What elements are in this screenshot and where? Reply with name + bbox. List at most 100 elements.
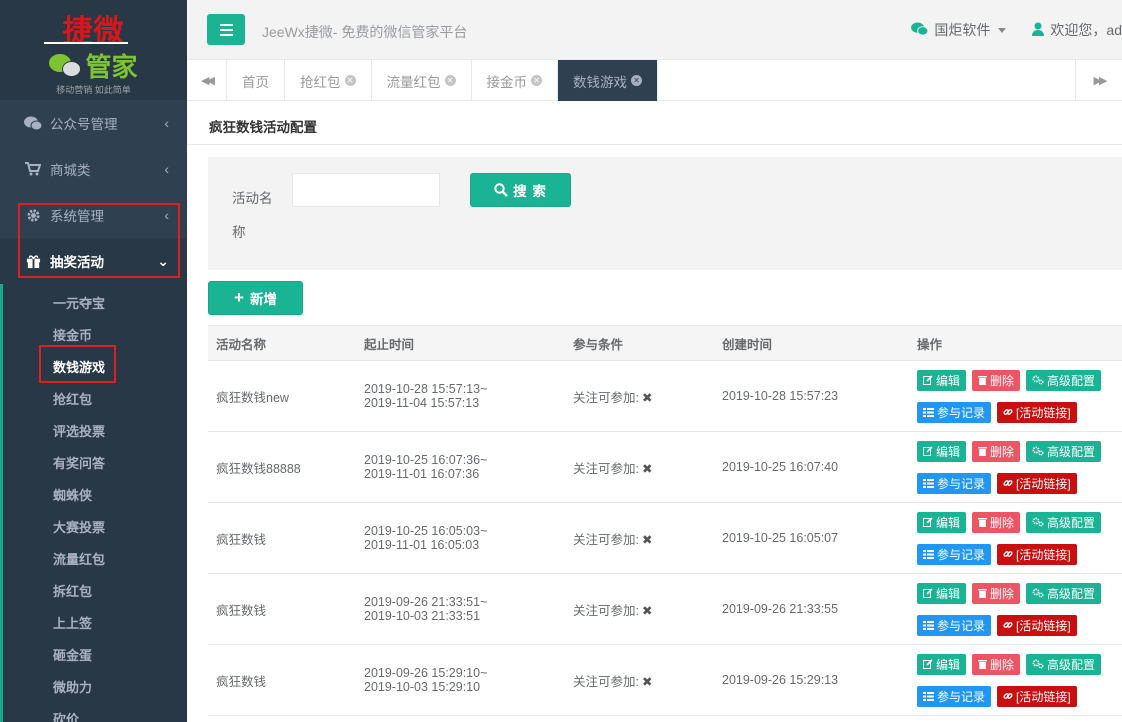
end-time: 2019-10-03 15:29:10 [364, 680, 481, 694]
submenu-item[interactable]: 砍价 [3, 704, 187, 722]
cart-icon [22, 162, 44, 176]
tab-count-money[interactable]: 数钱游戏 ✕ [558, 60, 658, 101]
logo-divider [44, 42, 128, 44]
activity-link-button[interactable]: [活动链接] [997, 685, 1077, 707]
tab-traffic-redpacket[interactable]: 流量红包 ✕ [372, 60, 472, 101]
sidebar-item-label: 抽奖活动 [50, 255, 104, 270]
activity-period: 2019-10-25 16:07:36~ 2019-11-01 16:07:36 [356, 431, 565, 503]
tab-grab-redpacket[interactable]: 抢红包 ✕ [285, 60, 372, 101]
submenu-item[interactable]: 蜘蛛侠 [3, 480, 187, 512]
activity-link-button[interactable]: [活动链接] [997, 543, 1077, 565]
tabs-scroll-right-button[interactable]: ▶▶ [1075, 60, 1122, 101]
activity-link-button[interactable]: [活动链接] [997, 401, 1077, 423]
sidebar-item-wechat-accounts[interactable]: 公众号管理 ‹ [0, 100, 187, 146]
logo-slogan: 移动营销 如此简单 [56, 85, 131, 95]
close-icon[interactable]: ✕ [631, 75, 642, 86]
submenu-item[interactable]: 砸金蛋 [3, 640, 187, 672]
gear-icon [22, 208, 44, 223]
submenu-item[interactable]: 有奖问答 [3, 448, 187, 480]
delete-button-label: 删除 [990, 373, 1015, 388]
sidebar-item-system[interactable]: 系统管理 ‹ [0, 192, 187, 238]
delete-button[interactable]: 删除 [972, 369, 1021, 391]
participation-records-button[interactable]: 参与记录 [917, 543, 992, 565]
tab-home[interactable]: 首页 [227, 60, 285, 101]
participation-records-button[interactable]: 参与记录 [917, 472, 992, 494]
delete-button[interactable]: 删除 [972, 653, 1021, 675]
delete-button[interactable]: 删除 [972, 440, 1021, 462]
menu-toggle-button[interactable] [207, 14, 245, 45]
edit-button[interactable]: 编辑 [917, 440, 967, 462]
submenu-item[interactable]: 流量红包 [3, 544, 187, 576]
column-header[interactable]: 活动名称 [208, 325, 356, 361]
close-icon[interactable]: ✕ [531, 75, 542, 86]
add-button[interactable]: + 新增 [208, 281, 303, 315]
list-icon [923, 478, 934, 488]
company-dropdown[interactable]: 国炬软件 [911, 20, 1007, 40]
user-menu[interactable]: 欢迎您，ad [1032, 20, 1122, 40]
created-time: 2019-10-25 16:05:07 [714, 502, 909, 574]
edit-button[interactable]: 编辑 [917, 653, 967, 675]
submenu-item[interactable]: 接金币 [3, 320, 187, 352]
table-header-row: 活动名称 起止时间 参与条件 创建时间 操作 [208, 325, 1122, 361]
wechat-icon [911, 21, 929, 39]
participation-records-label: 参与记录 [937, 476, 986, 491]
edit-button[interactable]: 编辑 [917, 511, 967, 533]
list-icon [923, 620, 934, 630]
start-time: 2019-09-26 15:29:10~ [364, 666, 488, 680]
table-row: 疯狂数钱88888 2019-10-25 16:07:36~ 2019-11-0… [208, 431, 1122, 503]
tab-catch-coins[interactable]: 接金币 ✕ [472, 60, 558, 101]
activity-link-button[interactable]: [活动链接] [997, 614, 1077, 636]
participation-records-button[interactable]: 参与记录 [917, 401, 992, 423]
column-header[interactable]: 创建时间 [714, 325, 909, 361]
advanced-config-button[interactable]: 高级配置 [1026, 653, 1102, 675]
submenu-item[interactable]: 上上签 [3, 608, 187, 640]
sidebar-item-lottery[interactable]: 抽奖活动 ⌄ [0, 238, 187, 284]
column-header[interactable]: 参与条件 [565, 325, 714, 361]
edit-button[interactable]: 编辑 [917, 582, 967, 604]
advanced-config-button[interactable]: 高级配置 [1026, 440, 1102, 462]
submenu-item[interactable]: 抢红包 [3, 384, 187, 416]
activity-period: 2019-09-26 15:29:10~ 2019-10-03 15:29:10 [356, 644, 565, 716]
edit-button-label: 编辑 [936, 444, 961, 459]
table-body: 疯狂数钱new 2019-10-28 15:57:13~ 2019-11-04 … [208, 360, 1122, 716]
activity-name-input[interactable] [292, 173, 440, 207]
activity-link-button[interactable]: [活动链接] [997, 472, 1077, 494]
search-button[interactable]: 搜 索 [470, 173, 571, 207]
delete-button-label: 删除 [990, 444, 1015, 459]
activity-period: 2019-10-28 15:57:13~ 2019-11-04 15:57:13 [356, 360, 565, 432]
submenu-item[interactable]: 微助力 [3, 672, 187, 704]
row-actions: 编辑 删除 高级配置 参与记录 [活动链接] [909, 360, 1122, 432]
trash-icon [978, 447, 988, 456]
delete-button[interactable]: 删除 [972, 582, 1021, 604]
participation-records-button[interactable]: 参与记录 [917, 614, 992, 636]
welcome-text: 欢迎您，ad [1050, 22, 1122, 38]
submenu-item[interactable]: 拆红包 [3, 576, 187, 608]
sidebar-menu: 公众号管理 ‹ 商城类 ‹ 系统管理 ‹ 抽奖活动 ⌄ [0, 100, 187, 284]
submenu-item[interactable]: 大赛投票 [3, 512, 187, 544]
link-icon [1003, 693, 1013, 699]
sidebar-item-label: 商城类 [50, 163, 91, 178]
gears-icon [1032, 659, 1044, 669]
condition-text: 关注可参加: [573, 390, 639, 405]
chevron-left-icon: ‹ [164, 207, 169, 223]
edit-button[interactable]: 编辑 [917, 369, 967, 391]
participation-records-button[interactable]: 参与记录 [917, 685, 992, 707]
delete-button[interactable]: 删除 [972, 511, 1021, 533]
tabs-scroll-left-button[interactable]: ◀◀ [187, 60, 227, 101]
activity-period: 2019-10-25 16:05:03~ 2019-11-01 16:05:03 [356, 502, 565, 574]
submenu-item[interactable]: 评选投票 [3, 416, 187, 448]
column-header[interactable]: 起止时间 [356, 325, 565, 361]
advanced-config-button[interactable]: 高级配置 [1026, 511, 1102, 533]
submenu-item[interactable]: 一元夺宝 [3, 288, 187, 320]
sidebar-item-mall[interactable]: 商城类 ‹ [0, 146, 187, 192]
delete-button-label: 删除 [990, 515, 1015, 530]
close-icon[interactable]: ✕ [444, 75, 456, 86]
logo-brand: 管家 [0, 47, 187, 84]
list-icon [923, 549, 934, 559]
activity-link-label: [活动链接] [1016, 547, 1071, 562]
advanced-config-button[interactable]: 高级配置 [1026, 582, 1102, 604]
advanced-config-button[interactable]: 高级配置 [1026, 369, 1102, 391]
submenu-item-current[interactable]: 数钱游戏 [3, 352, 187, 384]
plus-icon: + [234, 288, 244, 307]
close-icon[interactable]: ✕ [344, 75, 356, 86]
